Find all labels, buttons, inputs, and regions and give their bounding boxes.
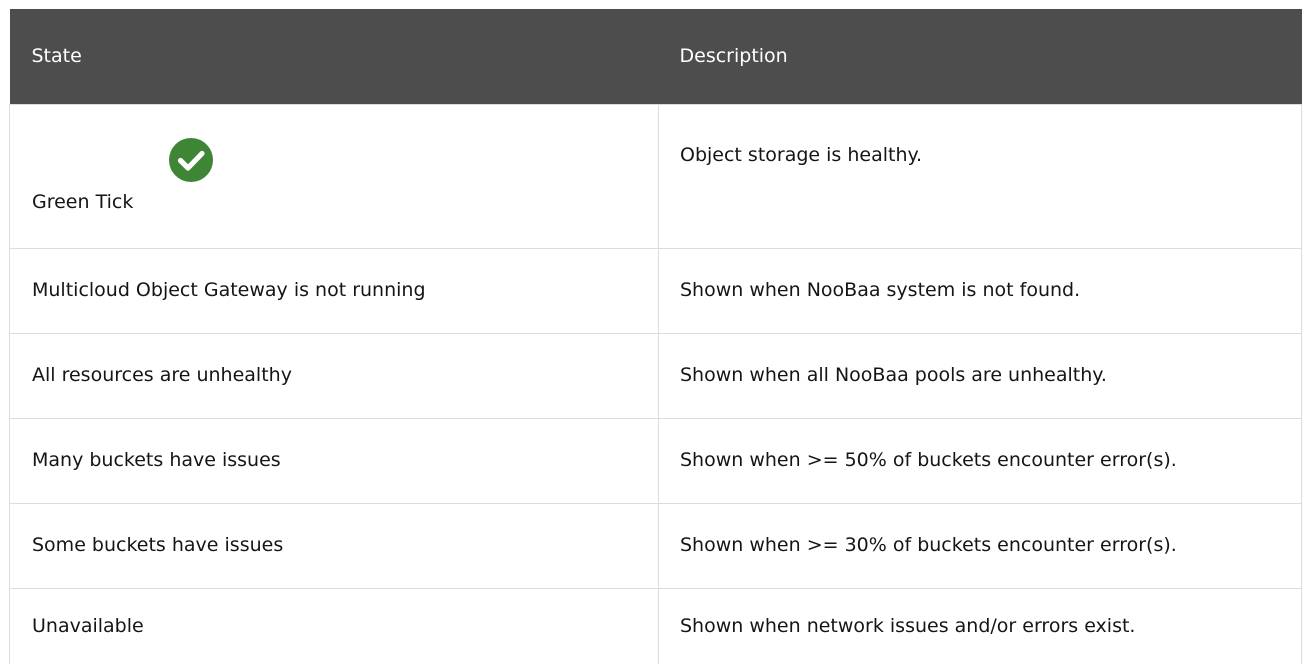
state-label: Green Tick	[32, 190, 134, 213]
table-row: Green Tick Object storage is healthy.	[9, 103, 1302, 249]
header-description: Description	[658, 9, 1302, 104]
table-row: All resources are unhealthy Shown when a…	[9, 332, 1302, 419]
state-cell: Multicloud Object Gateway is not running	[9, 247, 659, 334]
state-cell: Green Tick	[9, 103, 659, 249]
description-cell: Shown when all NooBaa pools are unhealth…	[658, 332, 1302, 419]
description-cell: Shown when >= 50% of buckets encounter e…	[658, 417, 1302, 504]
table-header-row: State Description	[9, 9, 1302, 104]
table-row: Many buckets have issues Shown when >= 5…	[9, 417, 1302, 504]
description-cell: Shown when NooBaa system is not found.	[658, 247, 1302, 334]
table-row: Some buckets have issues Shown when >= 3…	[9, 502, 1302, 589]
description-cell: Object storage is healthy.	[658, 103, 1302, 249]
state-cell: Many buckets have issues	[9, 417, 659, 504]
object-storage-status-table: State Description Green Tick Object stor…	[9, 9, 1302, 664]
status-table-container: State Description Green Tick Object stor…	[9, 9, 1302, 664]
state-cell: All resources are unhealthy	[9, 332, 659, 419]
green-check-circle-icon	[169, 137, 213, 182]
description-cell: Shown when >= 30% of buckets encounter e…	[658, 502, 1302, 589]
state-cell: Some buckets have issues	[9, 502, 659, 589]
header-state: State	[9, 9, 659, 104]
table-row: Multicloud Object Gateway is not running…	[9, 247, 1302, 334]
